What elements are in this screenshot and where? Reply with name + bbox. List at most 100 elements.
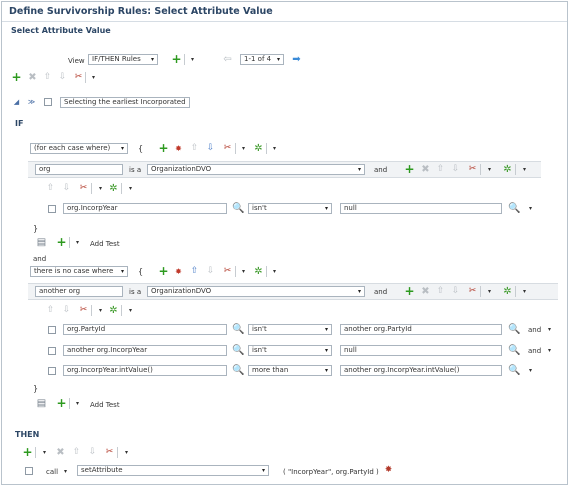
cut-icon[interactable]: ✂	[467, 286, 478, 297]
search-icon[interactable]: 🔍	[232, 345, 244, 356]
cut-icon[interactable]: ✂	[104, 447, 115, 458]
cut-icon[interactable]: ✂	[467, 164, 478, 175]
add-test-icon[interactable]: +	[56, 397, 67, 409]
variable-field-2[interactable]: another org	[35, 286, 123, 297]
delete-icon[interactable]: ✖	[55, 447, 66, 458]
type-select-1[interactable]: OrganizationDVO ▾	[147, 164, 365, 175]
value-field[interactable]: null	[340, 203, 502, 214]
chevron-down-icon[interactable]: ▾	[484, 286, 495, 297]
case-select-2[interactable]: there is no case where ▾	[30, 266, 128, 277]
chevron-down-icon[interactable]: ▾	[95, 305, 106, 316]
condition-field[interactable]: another org.IncorpYear	[63, 345, 227, 356]
move-up-icon[interactable]: ⇧	[189, 143, 200, 154]
condition-checkbox[interactable]	[48, 326, 56, 334]
chevron-down-icon[interactable]: ▾	[95, 183, 106, 194]
chevron-down-icon[interactable]: ▾	[72, 237, 83, 248]
gear-icon[interactable]: ✲	[108, 305, 119, 316]
previous-page-icon[interactable]: ⇦	[222, 54, 233, 65]
chevron-down-icon[interactable]: ▾	[525, 365, 536, 376]
chevron-down-icon[interactable]: ▾	[39, 447, 50, 458]
value-field[interactable]: another org.IncorpYear.intValue()	[340, 365, 502, 376]
condition-checkbox[interactable]	[48, 205, 56, 213]
move-up-icon[interactable]: ⇧	[435, 164, 446, 175]
delete-icon[interactable]: ✖	[27, 72, 38, 83]
gear-icon[interactable]: ✲	[253, 143, 264, 154]
value-field[interactable]: null	[340, 345, 502, 356]
search-icon[interactable]: 🔍	[232, 365, 244, 376]
add-icon[interactable]: +	[158, 142, 169, 154]
chevron-down-icon[interactable]: ▾	[121, 447, 132, 458]
copy-icon[interactable]: ▤	[36, 237, 47, 248]
search-icon[interactable]: 🔍	[508, 203, 520, 214]
add-test-link[interactable]: Add Test	[90, 401, 120, 409]
move-up-icon[interactable]: ⇧	[45, 183, 56, 194]
condition-checkbox[interactable]	[48, 367, 56, 375]
move-down-icon[interactable]: ⇩	[450, 286, 461, 297]
operator-select[interactable]: isn't ▾	[248, 324, 332, 335]
action-checkbox[interactable]	[25, 467, 33, 475]
search-icon[interactable]: 🔍	[508, 345, 520, 356]
cut-icon[interactable]: ✂	[222, 143, 233, 154]
chevron-down-icon[interactable]: ▾	[544, 324, 555, 335]
chevron-down-icon[interactable]: ▾	[187, 54, 198, 65]
rule-checkbox[interactable]	[44, 98, 52, 106]
condition-field[interactable]: org.IncorpYear	[63, 203, 227, 214]
move-down-icon[interactable]: ⇩	[205, 143, 216, 154]
add-icon[interactable]: +	[158, 265, 169, 277]
collapse-icon[interactable]: ◢	[11, 97, 22, 108]
chevron-down-icon[interactable]: ▾	[519, 164, 530, 175]
chevron-down-icon[interactable]: ▾	[60, 466, 71, 477]
gear-icon[interactable]: ✲	[502, 164, 513, 175]
move-up-icon[interactable]: ⇧	[189, 266, 200, 277]
add-icon[interactable]: +	[404, 285, 415, 297]
add-icon[interactable]: +	[171, 53, 182, 65]
gear-icon[interactable]: ✲	[502, 286, 513, 297]
search-icon[interactable]: 🔍	[232, 324, 244, 335]
chevron-down-icon[interactable]: ▾	[125, 183, 136, 194]
add-test-icon[interactable]: +	[56, 236, 67, 248]
pager-select[interactable]: 1-1 of 4 ▾	[240, 54, 284, 65]
action-type[interactable]: call	[46, 468, 58, 476]
move-down-icon[interactable]: ⇩	[61, 183, 72, 194]
chevron-down-icon[interactable]: ▾	[484, 164, 495, 175]
next-page-icon[interactable]: ➡	[291, 54, 302, 65]
type-select-2[interactable]: OrganizationDVO ▾	[147, 286, 365, 297]
add-special-icon[interactable]: ✸	[173, 143, 184, 154]
chevron-down-icon[interactable]: ▾	[238, 266, 249, 277]
condition-field[interactable]: org.IncorpYear.intValue()	[63, 365, 227, 376]
cut-icon[interactable]: ✂	[78, 305, 89, 316]
cut-icon[interactable]: ✂	[222, 266, 233, 277]
operator-select[interactable]: more than ▾	[248, 365, 332, 376]
method-select[interactable]: setAttribute ▾	[77, 465, 269, 476]
move-down-icon[interactable]: ⇩	[61, 305, 72, 316]
chevron-down-icon[interactable]: ▾	[125, 305, 136, 316]
move-down-icon[interactable]: ⇩	[57, 72, 68, 83]
chevron-down-icon[interactable]: ▾	[269, 143, 280, 154]
cut-icon[interactable]: ✂	[78, 183, 89, 194]
move-up-icon[interactable]: ⇧	[45, 305, 56, 316]
search-icon[interactable]: 🔍	[232, 203, 244, 214]
chevron-down-icon[interactable]: ▾	[72, 398, 83, 409]
move-up-icon[interactable]: ⇧	[42, 72, 53, 83]
move-down-icon[interactable]: ⇩	[205, 266, 216, 277]
cut-icon[interactable]: ✂	[73, 72, 84, 83]
delete-icon[interactable]: ✖	[420, 286, 431, 297]
view-select[interactable]: IF/THEN Rules ▾	[88, 54, 158, 65]
operator-select[interactable]: isn't ▾	[248, 203, 332, 214]
add-icon[interactable]: +	[404, 163, 415, 175]
move-down-icon[interactable]: ⇩	[450, 164, 461, 175]
move-up-icon[interactable]: ⇧	[435, 286, 446, 297]
expand-all-icon[interactable]: ≫	[26, 97, 37, 108]
delete-icon[interactable]: ✖	[420, 164, 431, 175]
gear-icon[interactable]: ✲	[253, 266, 264, 277]
add-test-link[interactable]: Add Test	[90, 240, 120, 248]
operator-select[interactable]: isn't ▾	[248, 345, 332, 356]
chevron-down-icon[interactable]: ▾	[269, 266, 280, 277]
case-select-1[interactable]: (for each case where) ▾	[30, 143, 128, 154]
value-field[interactable]: another org.PartyId	[340, 324, 502, 335]
variable-field-1[interactable]: org	[35, 164, 123, 175]
edit-arguments-icon[interactable]: ✸	[383, 465, 394, 476]
search-icon[interactable]: 🔍	[508, 365, 520, 376]
chevron-down-icon[interactable]: ▾	[525, 203, 536, 214]
chevron-down-icon[interactable]: ▾	[238, 143, 249, 154]
